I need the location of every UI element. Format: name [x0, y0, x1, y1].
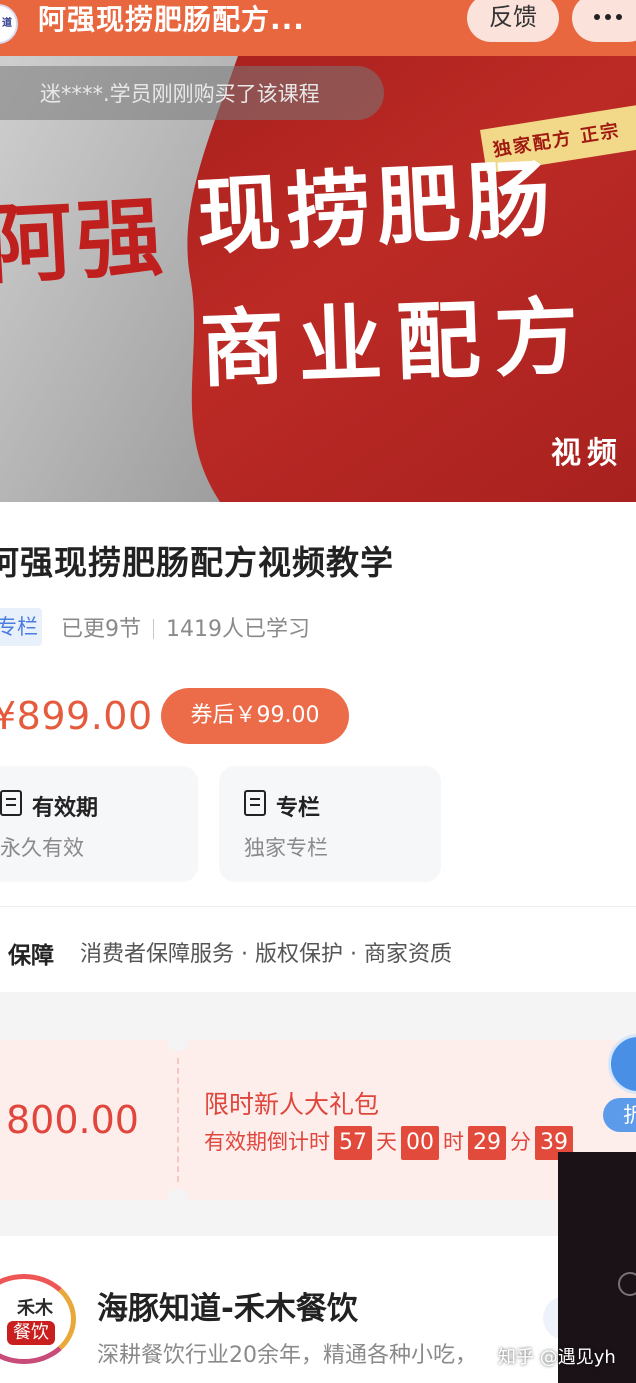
section-divider: [0, 906, 636, 907]
more-dot-icon: [616, 14, 622, 20]
column-value: 独家专栏: [244, 836, 328, 860]
countdown-label: 有效期倒计时: [204, 1130, 330, 1154]
countdown-hours-unit: 时: [443, 1130, 464, 1154]
original-price: ¥899.00: [0, 694, 153, 738]
column-title: 专栏: [276, 796, 321, 821]
voucher-countdown: 有效期倒计时 57 天 00 时 29 分 39: [204, 1126, 577, 1160]
watermark: 知乎 @遇见yh: [498, 1347, 616, 1368]
page-title: 阿强现捞肥肠配方...: [38, 3, 305, 36]
voucher-amount: 800.00: [6, 1098, 139, 1142]
voucher-dashed-line: [177, 1058, 179, 1182]
voucher-title: 限时新人大礼包: [204, 1090, 380, 1119]
shop-name[interactable]: 海豚知道-禾木餐饮: [97, 1283, 358, 1328]
countdown-days-unit: 天: [376, 1130, 397, 1154]
feedback-button[interactable]: 反馈: [467, 0, 559, 42]
countdown-minutes-unit: 分: [510, 1130, 531, 1154]
purchase-toast-text: 迷****.学员刚刚购买了该课程: [40, 82, 320, 106]
countdown-days: 57: [334, 1126, 372, 1160]
shop-logo-icon[interactable]: 道: [0, 4, 18, 44]
course-banner[interactable]: 迷****.学员刚刚购买了该课程 独家配方 正宗 阿强 现捞肥肠 商业配方 视频: [0, 56, 636, 502]
column-card[interactable]: 专栏 独家专栏: [219, 766, 441, 882]
meta-divider: [153, 619, 154, 639]
coupon-price-badge[interactable]: 券后￥99.00: [161, 688, 349, 744]
floating-discount-pill[interactable]: 折: [603, 1098, 636, 1132]
more-options-button[interactable]: [572, 0, 636, 42]
course-title: 阿强现捞肥肠配方视频教学: [0, 543, 394, 582]
more-dot-icon: [605, 14, 611, 20]
more-dot-icon: [594, 14, 600, 20]
voucher-notch-top: [167, 1029, 189, 1051]
banner-headline-1b: 现捞肥肠: [193, 148, 559, 267]
validity-value: 永久有效: [0, 836, 84, 860]
banner-headline-2: 商业配方: [198, 286, 594, 399]
countdown-minutes: 29: [468, 1126, 506, 1160]
top-bar: 道 阿强现捞肥肠配方... 反馈: [0, 0, 636, 56]
countdown-hours: 00: [401, 1126, 439, 1160]
purchase-toast: 迷****.学员刚刚购买了该课程: [0, 66, 384, 120]
validity-card[interactable]: 有效期 永久有效: [0, 766, 198, 882]
guarantee-label: 保障: [8, 943, 54, 969]
column-tag: 专栏: [0, 608, 42, 646]
course-page: 道 阿强现捞肥肠配方... 反馈 迷****.学员刚刚购买了该课程 独家配方 正…: [0, 0, 636, 1383]
logo-text: 道: [2, 18, 12, 29]
banner-corner-text: 视频: [551, 436, 623, 471]
guarantee-items[interactable]: 消费者保障服务 · 版权保护 · 商家资质: [80, 936, 452, 968]
cup-icon: [618, 1272, 636, 1296]
document-icon: [244, 790, 266, 816]
learner-count: 1419人已学习: [166, 617, 310, 642]
course-meta: 已更9节 1419人已学习: [61, 611, 310, 643]
validity-title: 有效期: [32, 796, 99, 821]
voucher-notch-bottom: [167, 1189, 189, 1211]
shop-logo-bottom: 餐饮: [7, 1321, 55, 1345]
shop-description: 深耕餐饮行业20余年，精通各种小吃，: [97, 1343, 477, 1368]
calendar-icon: [0, 790, 22, 816]
banner-headline-1a: 阿强: [0, 186, 169, 297]
shop-logo-top: 禾木: [17, 1298, 53, 1319]
updated-count: 已更9节: [61, 617, 141, 642]
